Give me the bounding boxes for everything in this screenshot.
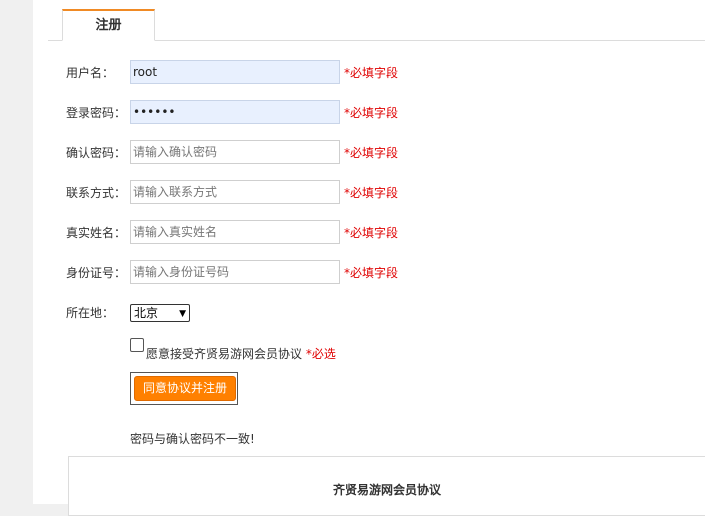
row-username: 用户名： *必填字段 bbox=[33, 60, 705, 86]
row-confirm-password: 确认密码： *必填字段 bbox=[33, 140, 705, 166]
confirm-password-required-note: *必填字段 bbox=[344, 146, 399, 160]
password-required-note: *必填字段 bbox=[344, 106, 399, 120]
password-input[interactable] bbox=[130, 100, 340, 124]
row-contact: 联系方式： *必填字段 bbox=[33, 180, 705, 206]
real-name-label: 真实姓名： bbox=[66, 226, 127, 240]
confirm-password-input[interactable] bbox=[130, 140, 340, 164]
agreement-checkbox-text: 愿意接受齐贤易游网会员协议 bbox=[146, 347, 303, 361]
contact-required-note: *必填字段 bbox=[344, 186, 399, 200]
agreement-required-note: *必选 bbox=[305, 347, 336, 361]
location-label: 所在地： bbox=[66, 306, 115, 320]
page-frame: 注册 用户名： *必填字段 登录密码： *必填字段 确认密码： *必填字段 联系… bbox=[33, 0, 705, 516]
tab-bar: 注册 bbox=[48, 9, 705, 41]
real-name-required-note: *必填字段 bbox=[344, 226, 399, 240]
agreement-checkbox[interactable] bbox=[130, 338, 144, 352]
location-select[interactable]: 北京 ▼ bbox=[130, 304, 190, 322]
username-input[interactable] bbox=[130, 60, 340, 84]
agreement-panel: 齐贤易游网会员协议 bbox=[68, 456, 705, 516]
real-name-input[interactable] bbox=[130, 220, 340, 244]
confirm-password-label: 确认密码： bbox=[66, 146, 127, 160]
chevron-down-icon: ▼ bbox=[179, 309, 186, 319]
id-number-label: 身份证号： bbox=[66, 266, 127, 280]
contact-label: 联系方式： bbox=[66, 186, 127, 200]
contact-input[interactable] bbox=[130, 180, 340, 204]
agreement-panel-title: 齐贤易游网会员协议 bbox=[332, 483, 441, 497]
submit-button-frame: 同意协议并注册 bbox=[130, 372, 238, 405]
username-required-note: *必填字段 bbox=[344, 66, 399, 80]
agreement-checkbox-label: 愿意接受齐贤易游网会员协议 *必选 bbox=[146, 345, 336, 362]
id-number-required-note: *必填字段 bbox=[344, 266, 399, 280]
password-label: 登录密码： bbox=[66, 106, 127, 120]
row-password: 登录密码： *必填字段 bbox=[33, 100, 705, 126]
validation-message: 密码与确认密码不一致! bbox=[130, 432, 255, 446]
row-id-number: 身份证号： *必填字段 bbox=[33, 260, 705, 286]
id-number-input[interactable] bbox=[130, 260, 340, 284]
row-location: 所在地： 北京 ▼ bbox=[33, 300, 705, 326]
tab-register[interactable]: 注册 bbox=[62, 9, 155, 41]
username-label: 用户名： bbox=[66, 66, 115, 80]
agree-and-register-button[interactable]: 同意协议并注册 bbox=[134, 376, 236, 401]
row-real-name: 真实姓名： *必填字段 bbox=[33, 220, 705, 246]
location-selected-value: 北京 bbox=[134, 306, 159, 320]
